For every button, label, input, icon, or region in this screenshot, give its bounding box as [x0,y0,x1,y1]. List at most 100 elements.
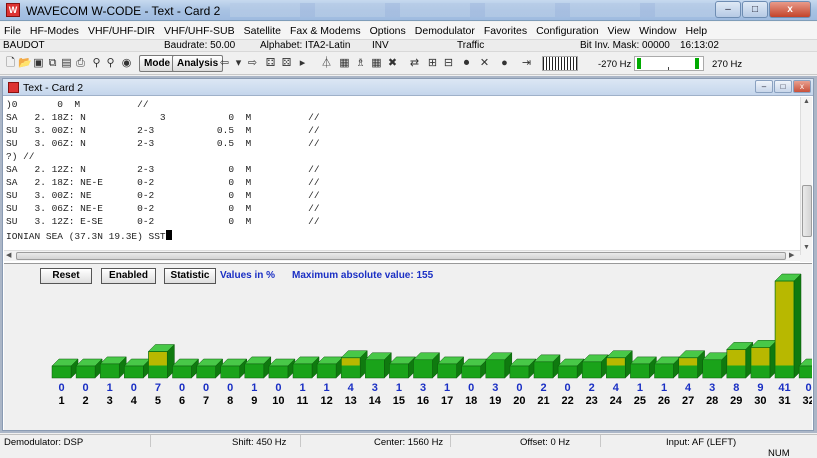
tuning-left-marker[interactable] [637,58,641,69]
play-icon[interactable]: ▸ [296,57,309,70]
bits-icon[interactable]: ⚄ [280,57,293,70]
menu-file[interactable]: File [4,25,21,37]
split-icon[interactable]: ⊞ [426,57,439,70]
child-close-button[interactable]: x [793,80,811,93]
histogram-category-label: 27 [682,395,694,407]
histogram-category-label: 16 [417,395,429,407]
histogram-category-label: 29 [730,395,742,407]
menu-configuration[interactable]: Configuration [536,25,598,37]
histogram-bar [172,365,192,379]
status-shift: Shift: 450 Hz [232,437,287,448]
find-next-icon[interactable]: ⚲ [104,57,117,70]
scroll-up-icon[interactable]: ▲ [803,98,810,105]
open-folder-icon[interactable]: 📂 [18,57,32,70]
scroll-down-icon[interactable]: ▼ [803,244,810,251]
save-icon[interactable]: ▣ [32,57,45,70]
text-line: SU 3. 12Z: E-SE 0-2 0 M // [6,216,320,227]
disc-icon[interactable]: ● [498,57,511,70]
menu-satellite[interactable]: Satellite [244,25,281,37]
decoded-text-area[interactable]: )0 0 M // SA 2. 18Z: N 3 0 M // SU 3. 00… [4,97,800,249]
scroll-left-icon[interactable]: ◀ [6,251,11,259]
arrow-icon[interactable]: ⇥ [520,57,533,70]
histogram-bar [99,363,120,379]
histogram-bar [630,363,650,379]
table-icon[interactable]: ▦ [370,57,383,70]
horizontal-scroll-thumb[interactable] [16,252,786,260]
histogram-value-label: 4 [613,382,620,394]
tuning-slider[interactable] [634,56,704,71]
decode-icon[interactable]: ⚃ [264,57,277,70]
print-icon[interactable]: ⎙ [74,57,87,70]
status-bar: Demodulator: DSP Shift: 450 Hz Center: 1… [0,434,817,458]
histogram-category-label: 14 [369,395,382,407]
paste-icon[interactable]: ▤ [60,57,73,70]
text-cursor [165,230,172,240]
find-icon[interactable]: ⚲ [90,57,103,70]
histogram-bar [124,365,144,379]
status-separator [600,435,601,447]
histogram-bar [316,363,337,379]
text-vertical-scrollbar[interactable]: ▲ ▼ [800,97,812,255]
histogram-value-label: 1 [324,382,330,394]
app-logo-icon[interactable]: W [6,3,20,17]
menu-fax-modems[interactable]: Fax & Modems [290,25,361,37]
histogram-value-label: 8 [733,382,739,394]
grid-icon[interactable]: ▦ [338,57,351,70]
scroll-right-icon[interactable]: ▶ [789,251,794,259]
help-icon[interactable]: ◉ [120,57,133,70]
arrow-right-icon[interactable]: ⇨ [246,57,259,70]
arrow-left-icon[interactable]: ⇦ [218,57,231,70]
status-offset: Offset: 0 Hz [520,437,570,448]
text-line-last: IONIAN SEA (37.3N 19.3E) SST [6,230,172,242]
histogram-category-label: 5 [155,395,161,407]
histogram-value-label: 0 [131,382,137,394]
menu-view[interactable]: View [608,25,631,37]
histogram-value-label: 9 [757,382,763,394]
menu-hf-modes[interactable]: HF-Modes [30,25,79,37]
tuning-center-mark [668,67,669,70]
child-window-icon[interactable] [8,82,19,93]
record-icon[interactable]: ⏺ [460,57,473,70]
child-maximize-button[interactable]: □ [774,80,792,93]
menu-help[interactable]: Help [685,25,707,37]
menu-vhf-uhf-dir[interactable]: VHF/UHF-DIR [88,25,155,37]
cross-icon[interactable]: ✖ [386,57,399,70]
stop-icon[interactable]: ✕ [478,57,491,70]
menu-vhf-uhf-sub[interactable]: VHF/UHF-SUB [164,25,235,37]
close-button[interactable]: x [769,1,811,18]
antenna-icon[interactable]: ⏃ [320,57,333,70]
menu-window[interactable]: Window [639,25,676,37]
vertical-scroll-thumb[interactable] [802,185,812,237]
chess-icon[interactable]: ♗ [354,57,367,70]
mode-button[interactable]: Mode [139,55,176,72]
histogram-category-label: 23 [586,395,598,407]
swap-icon[interactable]: ⇄ [408,57,421,70]
child-title-bar[interactable]: Text - Card 2 – □ x [3,79,813,96]
histogram-value-label: 0 [179,382,185,394]
analysis-button[interactable]: Analysis [172,55,224,72]
histogram-value-label: 4 [685,382,692,394]
histogram-value-label: 4 [348,382,355,394]
text-line: SA 2. 12Z: N 2-3 0 M // [6,164,320,175]
child-minimize-button[interactable]: – [755,80,773,93]
histogram-value-label: 7 [155,382,161,394]
histogram-value-label: 0 [565,382,571,394]
histogram-category-label: 18 [465,395,477,407]
minimize-button[interactable]: – [715,1,741,18]
histogram-value-label: 0 [275,382,281,394]
tuning-right-marker[interactable] [695,58,699,69]
menu-demodulator[interactable]: Demodulator [415,25,475,37]
histogram-value-label: 1 [107,382,113,394]
arrow-down-icon[interactable]: ▾ [232,57,245,70]
maximize-button[interactable]: □ [742,1,768,18]
num-lock-indicator: NUM [768,448,790,458]
text-horizontal-scrollbar[interactable]: ◀ ▶ [4,250,800,261]
new-file-icon[interactable]: 🗋 [4,57,17,70]
bit-inv-mask: Bit Inv. Mask: 00000 [580,40,670,51]
ff-icon[interactable]: ⊟ [442,57,455,70]
menu-favorites[interactable]: Favorites [484,25,527,37]
freq-right-label: 270 Hz [712,59,743,70]
menu-options[interactable]: Options [370,25,406,37]
inv-indicator: INV [372,40,389,51]
copy-icon[interactable]: ⧉ [46,57,59,70]
